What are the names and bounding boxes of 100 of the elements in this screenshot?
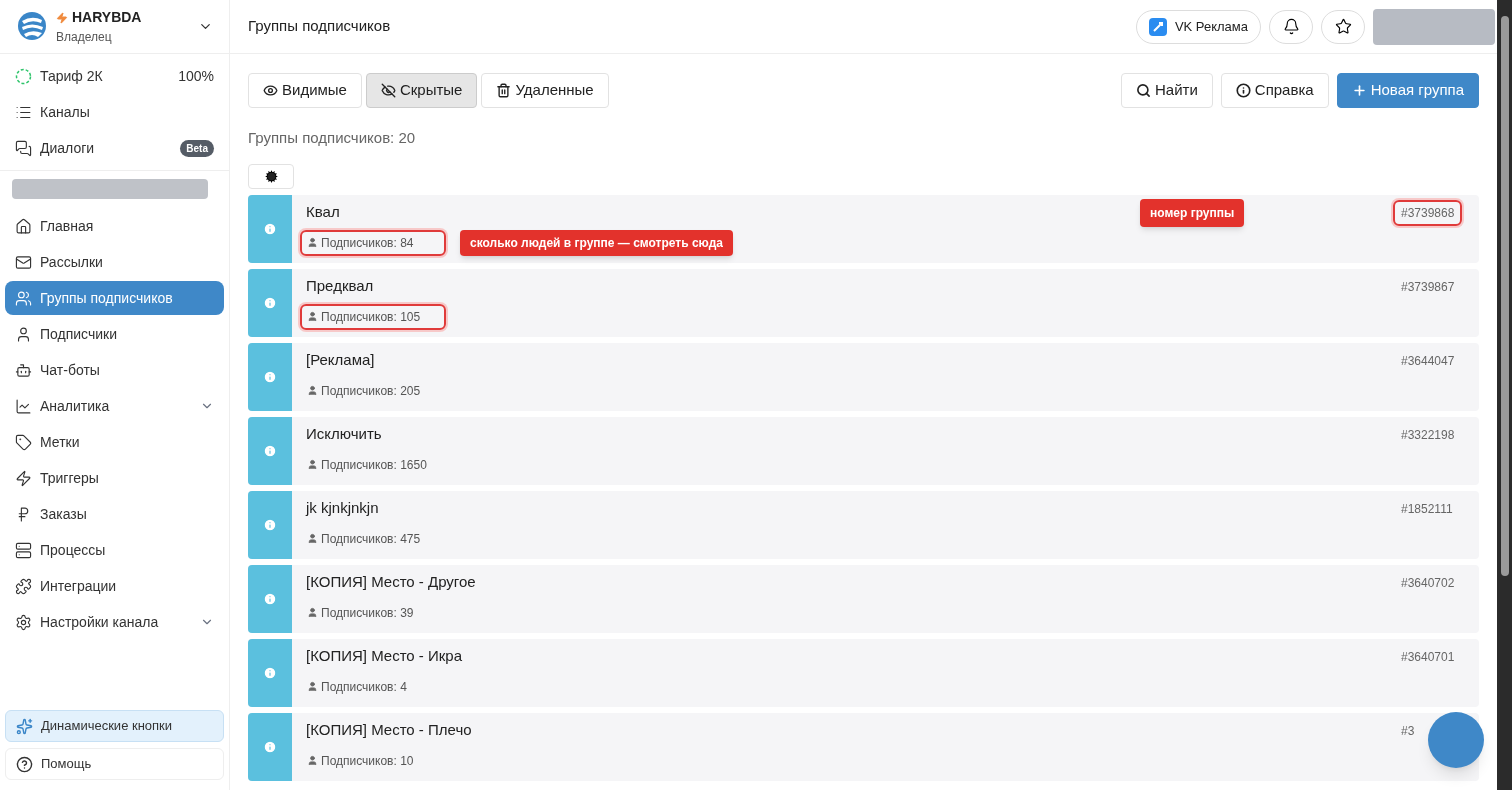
envelope-icon	[15, 253, 32, 271]
sidebar-button[interactable]: Помощь	[5, 748, 224, 780]
info-panel[interactable]	[248, 638, 292, 707]
info-icon	[263, 665, 277, 680]
info-panel[interactable]	[248, 268, 292, 337]
sidebar-item[interactable]: Главная	[5, 209, 224, 243]
filter-tab[interactable]: Скрытые	[365, 73, 478, 108]
sidebar-item[interactable]: Настройки канала	[5, 605, 224, 639]
subscriber-count: Подписчиков: 205	[321, 382, 421, 400]
group-id: #3739867	[1400, 278, 1456, 296]
page-title: Группы подписчиков	[248, 16, 392, 37]
sidebar-item[interactable]: Чат-боты	[5, 353, 224, 387]
group-name: [КОПИЯ] Место - Плечо	[306, 720, 472, 741]
info-icon	[1235, 83, 1251, 98]
sidebar-item[interactable]: Группы подписчиков	[5, 281, 224, 315]
user-icon	[307, 311, 318, 323]
plus-icon	[1351, 83, 1367, 98]
group-card[interactable]: Квал Подписчиков: 84 сколько людей в группе — смотреть сюда номер группы #3739868	[248, 194, 1479, 263]
group-name: jk kjnkjnkjn	[306, 498, 379, 519]
user-icon	[307, 607, 318, 619]
sidebar-item[interactable]: Аналитика	[5, 389, 224, 423]
subscriber-count: Подписчиков: 105	[321, 308, 421, 326]
user-icon	[307, 459, 318, 471]
account-role: Владелец	[56, 29, 113, 46]
info-panel[interactable]	[248, 194, 292, 263]
chart-icon	[15, 397, 32, 415]
trash-icon	[496, 83, 512, 98]
lightning-icon	[15, 469, 32, 487]
group-name: [КОПИЯ] Место - Икра	[306, 646, 463, 667]
settings-button[interactable]	[248, 163, 294, 189]
info-panel[interactable]	[248, 342, 292, 411]
settings-icon	[264, 169, 278, 183]
group-id: #3322198	[1400, 426, 1456, 444]
star-icon	[1334, 18, 1352, 35]
logo-icon	[16, 10, 48, 43]
lightning-icon	[56, 11, 68, 24]
plan-item[interactable]: Тариф 2К 100%	[5, 58, 224, 94]
beta-badge: Beta	[180, 139, 214, 157]
help-button[interactable]: Справка	[1220, 73, 1329, 108]
home-icon	[15, 217, 32, 235]
sidebar-item[interactable]: Рассылки	[5, 245, 224, 279]
group-card[interactable]: [КОПИЯ] Место - Плечо Подписчиков: 10 #3	[248, 712, 1479, 781]
group-card[interactable]: [Реклама] Подписчиков: 205 #3644047	[248, 342, 1479, 411]
account-name: HARYBDA	[56, 7, 190, 28]
subscriber-count: Подписчиков: 1650	[321, 456, 427, 474]
info-icon	[263, 221, 277, 236]
group-id: #3	[1400, 722, 1416, 740]
annotation-label: номер группы	[1140, 198, 1245, 227]
chat-icon	[15, 139, 32, 157]
group-card[interactable]: Исключить Подписчиков: 1650 #3322198	[248, 416, 1479, 485]
group-id: #3640702	[1400, 574, 1456, 592]
info-panel[interactable]	[248, 416, 292, 485]
subscriber-count: Подписчиков: 4	[321, 678, 407, 696]
info-panel[interactable]	[248, 490, 292, 559]
sidebar-item[interactable]: Диалоги Beta	[5, 130, 224, 166]
group-name: Исключить	[306, 424, 382, 445]
annotation-label: сколько людей в группе — смотреть сюда	[460, 229, 733, 256]
sidebar-item[interactable]: Заказы	[5, 497, 224, 531]
user-icon	[307, 385, 318, 397]
group-id: #3644047	[1400, 352, 1456, 370]
sidebar-button[interactable]: Динамические кнопки	[5, 710, 224, 742]
info-icon	[263, 517, 277, 532]
user-icon	[307, 755, 318, 767]
filter-tab[interactable]: Удаленные	[481, 73, 609, 108]
group-card[interactable]: [КОПИЯ] Место - Икра Подписчиков: 4 #3640701	[248, 638, 1479, 707]
search-button[interactable]: Найти	[1121, 73, 1213, 108]
sidebar-item[interactable]: Каналы	[5, 94, 224, 130]
robot-icon	[15, 361, 32, 379]
subscriber-count: Подписчиков: 475	[321, 530, 421, 548]
group-card[interactable]: [КОПИЯ] Место - Другое Подписчиков: 39 #3640702	[248, 564, 1479, 633]
sidebar-item[interactable]: Подписчики	[5, 317, 224, 351]
search-icon	[1136, 83, 1151, 98]
sidebar-item[interactable]: Интеграции	[5, 569, 224, 603]
info-panel[interactable]	[248, 712, 292, 781]
group-card[interactable]: Предквал Подписчиков: 105 #3739867	[248, 268, 1479, 337]
server-icon	[15, 541, 32, 559]
group-id: #3640701	[1400, 648, 1456, 666]
subscriber-count: Подписчиков: 84	[321, 234, 414, 252]
user-icon	[307, 533, 318, 545]
user-icon	[307, 237, 318, 249]
help-icon	[16, 755, 33, 773]
group-card[interactable]: jk kjnkjnkjn Подписчиков: 475 #1852111	[248, 490, 1479, 559]
subscriber-count: Подписчиков: 10	[321, 752, 414, 770]
group-name: [Реклама]	[306, 350, 375, 371]
info-icon	[263, 443, 277, 458]
sidebar-item[interactable]: Процессы	[5, 533, 224, 567]
tag-icon	[15, 433, 32, 451]
filter-tab[interactable]: Видимые	[248, 73, 362, 108]
sidebar-item[interactable]: Метки	[5, 425, 224, 459]
progress-ring-icon	[15, 67, 32, 85]
sidebar-item[interactable]: Триггеры	[5, 461, 224, 495]
info-panel[interactable]	[248, 564, 292, 633]
user-icon	[15, 325, 32, 343]
new-group-button[interactable]: Новая группа	[1336, 73, 1479, 108]
group-name: Квал	[306, 202, 340, 223]
info-icon	[263, 739, 277, 754]
sparkle-icon	[16, 717, 33, 735]
eye-icon	[263, 83, 278, 98]
bell-icon	[1282, 18, 1300, 35]
group-count: Группы подписчиков: 20	[248, 128, 417, 148]
